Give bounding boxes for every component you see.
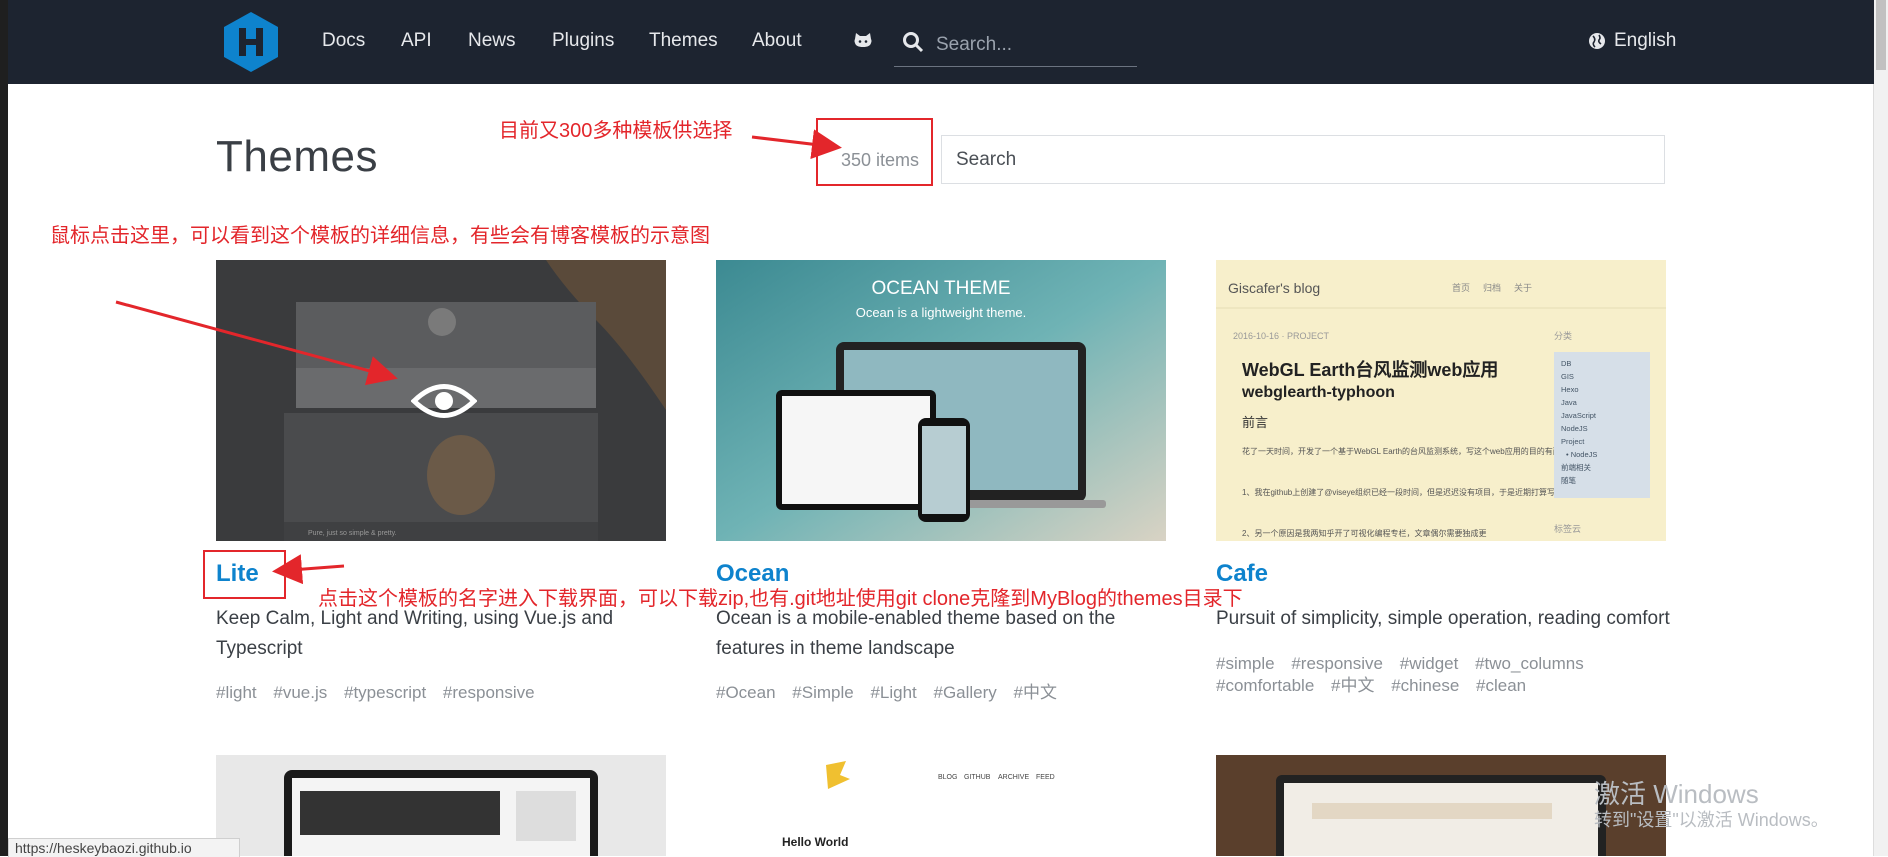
row2-preview-2: BLOG GITHUB ARCHIVE FEED Hello World	[782, 761, 1055, 849]
tag[interactable]: #vue.js	[273, 683, 327, 702]
search-icon	[903, 32, 924, 53]
ocean-preview-title: OCEAN THEME	[871, 278, 1010, 299]
cafe-post-text: 1、我在github上创建了@viseye组织已经一段时间，但是迟迟没有项目，于…	[1242, 487, 1571, 497]
cafe-blog-name: Giscafer's blog	[1228, 280, 1320, 296]
cafe-tagcloud-title: 标签云	[1554, 523, 1581, 534]
globe-icon	[1589, 33, 1605, 49]
cafe-post-text: 花了一天时间，开发了一个基于WebGL Earth的台风监测系统，写这个web应…	[1242, 446, 1577, 456]
desktop-edge	[0, 0, 8, 856]
cafe-menu-item: 关于	[1514, 282, 1532, 293]
tag[interactable]: #comfortable	[1216, 676, 1314, 695]
tag[interactable]: #responsive	[1291, 654, 1383, 673]
hexo-logo-icon[interactable]	[222, 12, 280, 72]
language-select[interactable]: English	[1614, 30, 1676, 52]
github-icon[interactable]	[852, 30, 874, 52]
theme-tags-lite: #light #vue.js #typescript #responsive	[216, 682, 666, 704]
tag[interactable]: #Light	[870, 683, 916, 702]
theme-tags-cafe: #simple #responsive #widget #two_columns…	[1216, 653, 1666, 697]
windows-activation-hint: 转到"设置"以激活 Windows。	[1594, 810, 1829, 830]
cafe-post-title: WebGL Earth台风监测web应用	[1242, 359, 1498, 380]
cafe-category: Hexo	[1561, 385, 1579, 394]
cafe-post-heading: 前言	[1242, 415, 1268, 430]
annotation-count-note: 目前又300多种模板供选择	[499, 120, 733, 142]
theme-search-input[interactable]	[941, 135, 1665, 184]
cafe-category: Java	[1561, 398, 1578, 407]
tag[interactable]: #clean	[1476, 676, 1526, 695]
theme-thumbnail-row2-1[interactable]	[216, 755, 666, 856]
tag[interactable]: #widget	[1400, 654, 1459, 673]
tag[interactable]: #two_columns	[1475, 654, 1584, 673]
theme-desc-lite: Keep Calm, Light and Writing, using Vue.…	[216, 608, 614, 659]
cafe-category-title: 分类	[1554, 330, 1572, 341]
annotation-name-note: 点击这个模板的名字进入下载界面，可以下载zip,也有.git地址使用git cl…	[318, 588, 1243, 610]
theme-desc-cafe: Pursuit of simplicity, simple operation,…	[1216, 608, 1670, 629]
cafe-post-title-2: webglearth-typhoon	[1241, 384, 1395, 401]
cafe-post-text: 2、另一个原因是我两知乎开了可视化编程专栏，文章偶尔需要独成更	[1242, 528, 1486, 538]
ocean-preview-subtitle: Ocean is a lightweight theme.	[856, 305, 1027, 320]
theme-tags-ocean: #Ocean #Simple #Light #Gallery #中文	[716, 682, 1166, 704]
page-title: Themes	[216, 132, 378, 181]
tag[interactable]: #中文	[1331, 676, 1374, 695]
theme-thumbnail-lite[interactable]: Pure, just so simple & pretty.	[216, 260, 666, 541]
site-header: Docs API News Plugins Themes About Engli…	[8, 0, 1874, 84]
tag[interactable]: #simple	[1216, 654, 1275, 673]
theme-thumbnail-ocean[interactable]: OCEAN THEME Ocean is a lightweight theme…	[716, 260, 1166, 541]
cafe-post-date: 2016-10-16 · PROJECT	[1233, 331, 1330, 341]
cafe-category: Project	[1561, 437, 1585, 446]
annotation-name-box	[203, 550, 286, 599]
theme-thumbnail-row2-2[interactable]: BLOG GITHUB ARCHIVE FEED Hello World	[716, 755, 1166, 856]
header-search-input[interactable]	[934, 30, 1133, 60]
cafe-category: JavaScript	[1561, 411, 1597, 420]
cafe-category: NodeJS	[1561, 424, 1588, 433]
row2-nav-item: ARCHIVE	[998, 774, 1029, 781]
scrollbar[interactable]	[1873, 0, 1888, 856]
tag[interactable]: #Gallery	[934, 683, 997, 702]
header-search	[894, 26, 1137, 67]
row2-nav-item: GITHUB	[964, 774, 991, 781]
cafe-category: • NodeJS	[1566, 450, 1597, 459]
nav-plugins[interactable]: Plugins	[552, 30, 614, 52]
annotation-thumb-note: 鼠标点击这里，可以看到这个模板的详细信息，有些会有博客模板的示意图	[50, 225, 710, 247]
nav-news[interactable]: News	[468, 30, 516, 52]
nav-docs[interactable]: Docs	[322, 30, 365, 52]
cafe-menu-item: 首页	[1452, 282, 1470, 293]
cafe-menu-item: 归档	[1483, 282, 1501, 293]
nav-about[interactable]: About	[752, 30, 802, 52]
nav-themes[interactable]: Themes	[649, 30, 718, 52]
cafe-category: 随笔	[1561, 475, 1577, 485]
tag[interactable]: #中文	[1014, 683, 1057, 702]
cafe-category: DB	[1561, 359, 1571, 368]
annotation-count-box	[816, 118, 933, 186]
tag[interactable]: #responsive	[443, 683, 535, 702]
row2-preview-1	[284, 770, 598, 856]
cafe-preview-image: Giscafer's blog 首页 归档 关于 2016-10-16 · PR…	[1216, 260, 1666, 541]
row2-nav-item: FEED	[1036, 774, 1055, 781]
eye-icon[interactable]	[411, 380, 477, 422]
row2-post-title: Hello World	[782, 835, 848, 849]
cafe-category: GIS	[1561, 372, 1574, 381]
tag[interactable]: #Simple	[792, 683, 853, 702]
row2-nav-item: BLOG	[938, 774, 957, 781]
tag[interactable]: #light	[216, 683, 257, 702]
theme-thumbnail-cafe[interactable]: Giscafer's blog 首页 归档 关于 2016-10-16 · PR…	[1216, 260, 1666, 541]
ocean-preview-image: OCEAN THEME Ocean is a lightweight theme…	[716, 260, 1166, 541]
nav-api[interactable]: API	[401, 30, 432, 52]
cafe-category: 前端相关	[1561, 462, 1591, 472]
tag[interactable]: #typescript	[344, 683, 426, 702]
status-bar-url: https://heskeybaozi.github.io	[8, 838, 240, 857]
tag[interactable]: #chinese	[1391, 676, 1459, 695]
theme-desc-ocean: Ocean is a mobile-enabled theme based on…	[716, 608, 1116, 659]
lite-preview-caption: Pure, just so simple & pretty.	[308, 530, 397, 537]
scrollbar-thumb[interactable]	[1876, 0, 1886, 70]
tag[interactable]: #Ocean	[716, 683, 776, 702]
